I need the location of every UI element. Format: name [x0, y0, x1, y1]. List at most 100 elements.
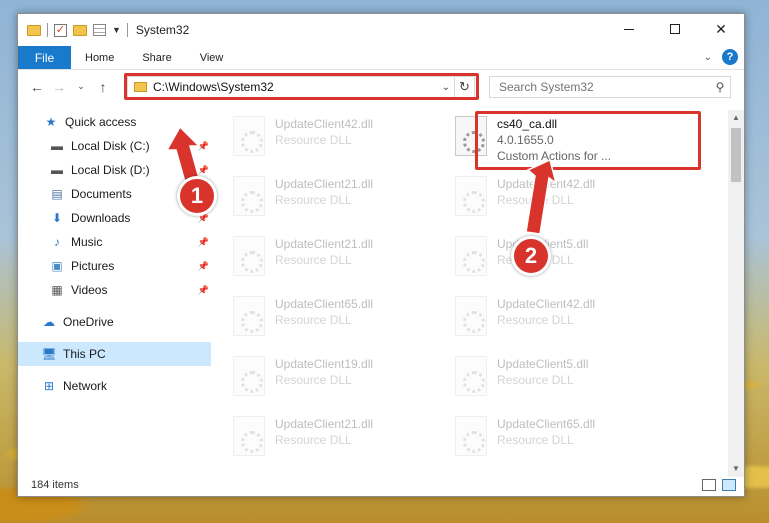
- file-description: Resource DLL: [275, 433, 352, 447]
- sidebar-item-videos[interactable]: ▦ Videos 📌: [18, 278, 213, 302]
- cloud-icon: ☁: [43, 315, 55, 329]
- forward-arrow-icon[interactable]: →: [48, 79, 70, 95]
- sidebar-item-label: Local Disk (D:): [71, 163, 150, 177]
- scroll-thumb[interactable]: [731, 128, 741, 182]
- dll-file-icon: [455, 356, 487, 396]
- large-icons-view-icon[interactable]: [722, 479, 736, 491]
- explorer-window: ✓ ▼ System32 ✕ File Home Share View ⌄ ? …: [17, 13, 745, 497]
- up-arrow-icon[interactable]: ↑: [92, 79, 114, 95]
- close-icon: ✕: [715, 20, 727, 37]
- expand-ribbon-chevron-icon[interactable]: ⌄: [704, 52, 712, 63]
- help-icon[interactable]: ?: [722, 49, 738, 65]
- ribbon-tabs: File Home Share View ⌄ ?: [18, 46, 744, 70]
- address-dropdown-chevron-icon[interactable]: ⌄: [438, 82, 454, 93]
- file-tile[interactable]: UpdateClient5.dllResource DLL: [451, 350, 681, 410]
- search-box[interactable]: ⚲: [489, 76, 731, 98]
- folder-icon: [134, 82, 147, 92]
- item-count: 184 items: [31, 479, 79, 491]
- pictures-icon: ▣: [51, 259, 63, 273]
- title-bar: ✓ ▼ System32 ✕: [18, 14, 744, 46]
- dll-file-icon: [455, 416, 487, 456]
- tab-home[interactable]: Home: [71, 46, 128, 69]
- refresh-icon[interactable]: ↻: [454, 77, 474, 97]
- window-controls: ✕: [606, 14, 744, 46]
- new-folder-icon[interactable]: [73, 24, 87, 36]
- folder-icon: [27, 24, 41, 36]
- dll-file-icon: [455, 116, 487, 156]
- sidebar-item-local-disk-c[interactable]: ▬ Local Disk (C:) 📌: [18, 134, 213, 158]
- film-icon: ▦: [51, 283, 63, 297]
- file-tile-cs40-ca-dll[interactable]: cs40_ca.dll 4.0.1655.0 Custom Actions fo…: [451, 110, 681, 170]
- quick-access-toolbar: ✓ ▼: [18, 23, 128, 37]
- search-input[interactable]: [499, 80, 710, 94]
- tab-share[interactable]: Share: [128, 46, 185, 69]
- maximize-icon: [670, 24, 680, 34]
- step-marker-1: 1: [177, 176, 217, 216]
- sidebar-item-label: Music: [71, 235, 103, 249]
- sidebar-item-music[interactable]: ♪ Music 📌: [18, 230, 213, 254]
- dll-file-icon: [233, 176, 265, 216]
- sidebar-item-this-pc[interactable]: 🖥 This PC: [18, 342, 211, 366]
- properties-icon[interactable]: [93, 24, 106, 36]
- scroll-up-arrow-icon[interactable]: ▲: [728, 110, 744, 126]
- address-bar[interactable]: C:\Windows\System32 ⌄ ↻: [127, 76, 475, 98]
- close-button[interactable]: ✕: [698, 14, 744, 44]
- sidebar-item-label: Network: [63, 379, 108, 393]
- dll-file-icon: [455, 236, 487, 276]
- file-tile[interactable]: UpdateClient5.dllResource DLL: [451, 230, 681, 290]
- file-name: cs40_ca.dll: [497, 117, 558, 131]
- customize-toolbar-dropdown-icon[interactable]: ▼: [112, 25, 121, 35]
- file-tile[interactable]: UpdateClient42.dll Resource DLL: [213, 110, 443, 170]
- tab-file[interactable]: File: [18, 46, 71, 69]
- file-tile[interactable]: UpdateClient42.dll Resource DLL: [451, 290, 681, 350]
- sidebar-item-label: Pictures: [71, 259, 115, 273]
- vertical-scrollbar[interactable]: ▲ ▼: [728, 110, 744, 477]
- pin-icon[interactable]: 📌: [198, 237, 209, 248]
- file-tile[interactable]: UpdateClient21.dll Resource DLL: [213, 230, 443, 290]
- sidebar-item-label: Local Disk (C:): [71, 139, 150, 153]
- file-description: Resource DLL: [497, 433, 574, 447]
- file-version: 4.0.1655.0: [497, 133, 554, 147]
- step-marker-2: 2: [511, 236, 551, 276]
- file-tile[interactable]: UpdateClient65.dll Resource DLL: [451, 410, 681, 466]
- minimize-button[interactable]: [606, 14, 652, 44]
- computer-icon: 🖥: [41, 347, 57, 361]
- properties-check-icon[interactable]: ✓: [54, 23, 67, 37]
- file-tile[interactable]: UpdateClient21.dll Resource DLL: [213, 410, 443, 466]
- file-description: Resource DLL: [275, 193, 352, 207]
- ribbon-right-controls: ⌄ ?: [704, 49, 738, 65]
- pin-icon[interactable]: 📌: [198, 141, 209, 152]
- tab-view[interactable]: View: [186, 46, 238, 69]
- file-description: Resource DLL: [497, 373, 574, 387]
- file-tile[interactable]: UpdateClient42.dll Resource DLL: [451, 170, 681, 230]
- pin-icon[interactable]: 📌: [198, 285, 209, 296]
- maximize-button[interactable]: [652, 14, 698, 44]
- dll-file-icon: [233, 416, 265, 456]
- dll-file-icon: [233, 236, 265, 276]
- file-name: UpdateClient65.dll: [275, 297, 374, 311]
- search-icon[interactable]: ⚲: [710, 80, 730, 94]
- file-name: UpdateClient21.dll: [275, 177, 374, 191]
- file-tile[interactable]: UpdateClient19.dll Resource DLL: [213, 350, 443, 410]
- drive-icon: ▬: [51, 139, 63, 153]
- sidebar-item-pictures[interactable]: ▣ Pictures 📌: [18, 254, 213, 278]
- download-arrow-icon: ⬇: [51, 211, 63, 225]
- sidebar-item-quick-access[interactable]: ★ Quick access: [18, 110, 213, 134]
- sidebar-item-label: OneDrive: [63, 315, 114, 329]
- file-name: UpdateClient19.dll: [275, 357, 374, 371]
- pin-icon[interactable]: 📌: [198, 165, 209, 176]
- details-view-icon[interactable]: [702, 479, 716, 491]
- sidebar-item-onedrive[interactable]: ☁ OneDrive: [18, 310, 213, 334]
- address-path[interactable]: C:\Windows\System32: [153, 80, 438, 94]
- file-tile[interactable]: UpdateClient65.dll Resource DLL: [213, 290, 443, 350]
- sidebar-item-network[interactable]: ⊞ Network: [18, 374, 213, 398]
- recent-locations-chevron-icon[interactable]: ⌄: [70, 81, 92, 92]
- file-list: UpdateClient42.dll Resource DLL UpdateCli…: [213, 110, 730, 466]
- back-arrow-icon[interactable]: ←: [26, 79, 48, 95]
- sidebar-item-local-disk-d[interactable]: ▬ Local Disk (D:) 📌: [18, 158, 213, 182]
- dll-file-icon: [233, 116, 265, 156]
- file-tile[interactable]: UpdateClient21.dll Resource DLL: [213, 170, 443, 230]
- pin-icon[interactable]: 📌: [198, 261, 209, 272]
